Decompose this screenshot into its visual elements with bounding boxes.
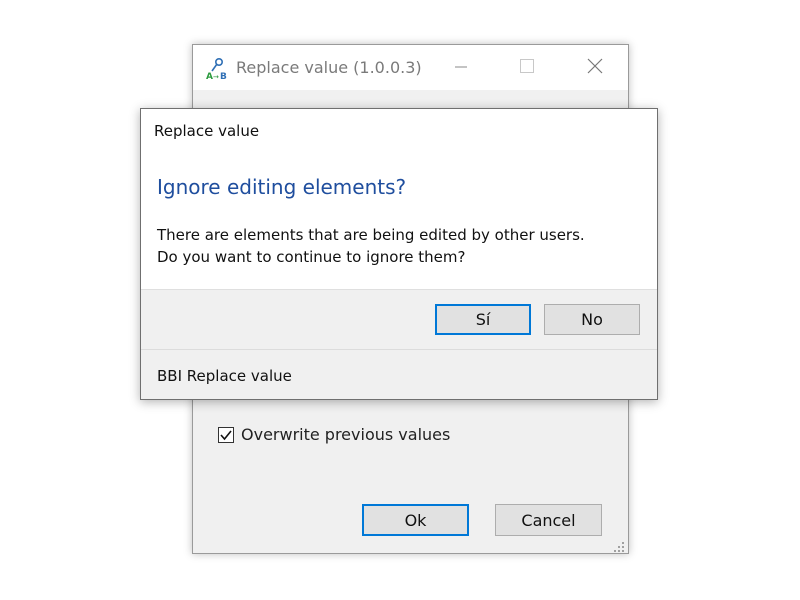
ok-button[interactable]: Ok bbox=[362, 504, 469, 536]
dialog-title: Replace value bbox=[154, 122, 260, 140]
overwrite-option[interactable]: Overwrite previous values bbox=[218, 425, 450, 444]
dialog-heading: Ignore editing elements? bbox=[157, 175, 407, 199]
maximize-icon bbox=[520, 58, 534, 77]
dialog-message-line-1: There are elements that are being edited… bbox=[157, 226, 585, 244]
overwrite-checkbox[interactable] bbox=[218, 426, 234, 443]
maximize-button[interactable] bbox=[504, 45, 550, 90]
no-button[interactable]: No bbox=[544, 304, 640, 335]
close-icon bbox=[587, 58, 603, 78]
window-titlebar[interactable]: A → B Replace value (1.0.0.3) bbox=[193, 45, 628, 90]
ignore-editing-dialog: Replace value Ignore editing elements? T… bbox=[140, 108, 658, 400]
window-title: Replace value (1.0.0.3) bbox=[236, 58, 422, 77]
dialog-message-line-2: Do you want to continue to ignore them? bbox=[157, 248, 466, 266]
dialog-message: There are elements that are being edited… bbox=[157, 224, 585, 268]
dialog-button-bar: Sí No bbox=[141, 289, 657, 350]
checkmark-icon bbox=[220, 429, 232, 440]
svg-text:→: → bbox=[213, 73, 219, 81]
overwrite-checkbox-label: Overwrite previous values bbox=[241, 425, 451, 444]
cancel-button[interactable]: Cancel bbox=[495, 504, 602, 536]
yes-button[interactable]: Sí bbox=[435, 304, 531, 335]
svg-text:B: B bbox=[220, 72, 227, 81]
minimize-button[interactable] bbox=[438, 45, 484, 90]
minimize-icon bbox=[455, 58, 467, 77]
app-icon: A → B bbox=[205, 57, 229, 82]
dialog-footer: BBI Replace value bbox=[141, 349, 657, 399]
svg-text:A: A bbox=[206, 72, 213, 81]
resize-grip-icon[interactable] bbox=[613, 538, 625, 552]
dialog-footer-text: BBI Replace value bbox=[157, 367, 292, 385]
close-button[interactable] bbox=[572, 45, 618, 90]
